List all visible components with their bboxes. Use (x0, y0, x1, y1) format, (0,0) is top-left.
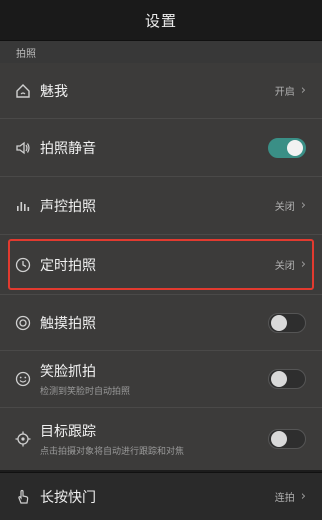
toggle-knob (271, 431, 287, 447)
setting-label: 触摸拍照 (40, 315, 96, 332)
toggle-knob (271, 371, 287, 387)
settings-list: 魅我 开启 › 拍照静音 声控拍照 关闭 › 定时拍照 关闭 › 触摸拍照 笑脸… (0, 63, 322, 470)
chevron-right-icon: › (300, 257, 306, 272)
setting-value: 连拍 › (275, 489, 306, 504)
setting-description: 检测到笑脸时自动拍照 (40, 387, 131, 397)
touch-target-icon (14, 314, 32, 332)
chevron-right-icon: › (300, 489, 306, 504)
settings-header: 设置 (0, 0, 322, 41)
setting-row-mute[interactable]: 拍照静音 (0, 118, 322, 176)
setting-label: 笑脸抓拍 (40, 364, 96, 380)
setting-value-text: 关闭 (274, 261, 295, 272)
tracking-toggle[interactable] (268, 429, 306, 449)
toggle-knob (287, 139, 303, 156)
setting-value-text: 连拍 (274, 493, 295, 504)
mute-toggle[interactable] (268, 137, 306, 158)
setting-label: 魅我 (40, 83, 68, 100)
setting-label: 声控拍照 (40, 198, 96, 215)
toggle-knob (271, 314, 287, 331)
setting-row-tracking[interactable]: 目标跟踪 点击拍摄对象将自动进行跟踪和对焦 (0, 407, 322, 470)
setting-label: 拍照静音 (40, 140, 96, 157)
setting-value-text: 关闭 (274, 202, 295, 213)
setting-value-text: 开启 (274, 87, 295, 98)
smile-toggle[interactable] (268, 369, 306, 389)
voice-bars-icon (14, 197, 32, 215)
section-title: 拍照 (16, 48, 36, 60)
setting-label: 目标跟踪 (40, 424, 96, 440)
setting-row-meiwo[interactable]: 魅我 开启 › (0, 63, 322, 118)
tracking-target-icon (14, 430, 32, 448)
hand-touch-icon (14, 488, 32, 506)
chevron-right-icon: › (300, 83, 306, 98)
setting-row-smile[interactable]: 笑脸抓拍 检测到笑脸时自动拍照 (0, 350, 322, 407)
page-title: 设置 (144, 11, 177, 30)
setting-value: 关闭 › (275, 198, 306, 213)
setting-label: 定时拍照 (40, 257, 96, 274)
touch-toggle[interactable] (268, 312, 306, 333)
setting-label: 长按快门 (40, 489, 96, 506)
setting-row-long-press[interactable]: 长按快门 连拍 › (0, 473, 322, 520)
setting-description: 点击拍摄对象将自动进行跟踪和对焦 (40, 447, 185, 457)
chevron-right-icon: › (300, 198, 306, 213)
setting-row-timer[interactable]: 定时拍照 关闭 › (0, 234, 322, 294)
bottom-bar: 长按快门 连拍 › (0, 472, 322, 520)
setting-value: 关闭 › (275, 257, 306, 272)
smile-icon (14, 370, 32, 388)
home-face-icon (14, 82, 32, 100)
setting-value: 开启 › (275, 83, 306, 98)
speaker-icon (14, 139, 32, 157)
setting-row-voice[interactable]: 声控拍照 关闭 › (0, 176, 322, 234)
section-header: 拍照 (0, 41, 322, 63)
setting-row-touch[interactable]: 触摸拍照 (0, 294, 322, 350)
clock-icon (14, 256, 32, 274)
